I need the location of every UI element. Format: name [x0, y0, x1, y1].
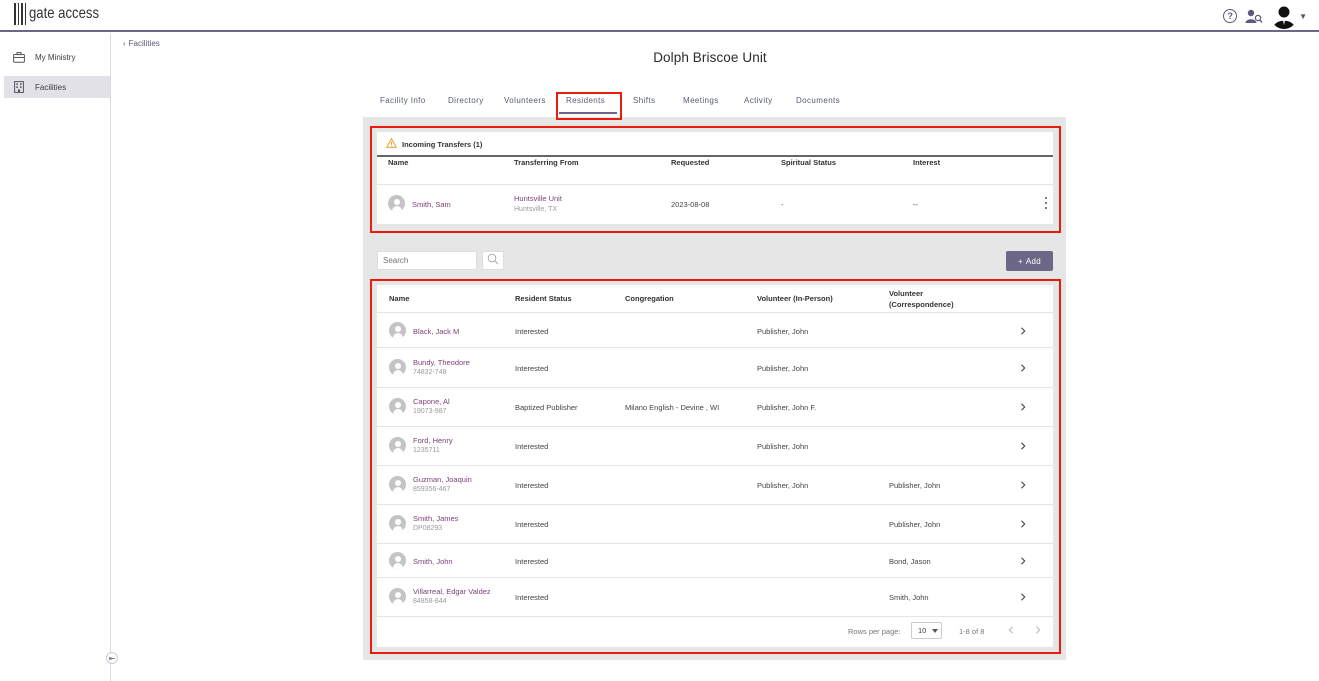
- briefcase-icon: [12, 50, 26, 64]
- tab-activity[interactable]: Activity: [744, 96, 773, 105]
- tab-facility-info[interactable]: Facility Info: [380, 96, 426, 105]
- highlight-box-residents-tab: [556, 92, 622, 120]
- highlight-box-transfers: [370, 126, 1061, 233]
- search-icon: [487, 252, 499, 270]
- tab-directory[interactable]: Directory: [448, 96, 484, 105]
- top-bar: gate access ? ▼: [0, 0, 1319, 32]
- sidebar-item-my-ministry[interactable]: My Ministry: [4, 46, 110, 68]
- collapse-sidebar-icon[interactable]: ⇤: [106, 652, 118, 664]
- sidebar-item-label: Facilities: [35, 82, 67, 92]
- sidebar-item-label: My Ministry: [35, 52, 76, 62]
- search-input[interactable]: [377, 251, 477, 270]
- add-button-label: Add: [1025, 256, 1042, 266]
- breadcrumb-back-link[interactable]: ‹ Facilities: [123, 39, 160, 48]
- add-resident-button[interactable]: + Add: [1006, 251, 1053, 271]
- user-search-icon[interactable]: [1245, 8, 1263, 24]
- tab-shifts[interactable]: Shifts: [633, 96, 655, 105]
- user-avatar[interactable]: [1271, 3, 1298, 29]
- tab-documents[interactable]: Documents: [796, 96, 840, 105]
- tab-meetings[interactable]: Meetings: [683, 96, 719, 105]
- sidebar: [0, 34, 111, 681]
- chevron-down-icon[interactable]: ▼: [1299, 12, 1307, 21]
- plus-icon: +: [1017, 256, 1023, 266]
- highlight-box-residents: [370, 279, 1061, 654]
- sidebar-item-facilities[interactable]: Facilities: [4, 76, 110, 98]
- logo-text: gate access: [29, 5, 100, 22]
- chevron-left-icon: ‹: [123, 39, 126, 48]
- logo-mark: [14, 3, 26, 25]
- page-title: Dolph Briscoe Unit: [653, 50, 767, 65]
- search-button[interactable]: [482, 251, 504, 270]
- tab-volunteers[interactable]: Volunteers: [504, 96, 546, 105]
- help-icon[interactable]: ?: [1223, 9, 1238, 23]
- breadcrumb-label: Facilities: [128, 39, 160, 48]
- building-icon: [12, 80, 26, 94]
- app-logo[interactable]: gate access: [14, 3, 114, 25]
